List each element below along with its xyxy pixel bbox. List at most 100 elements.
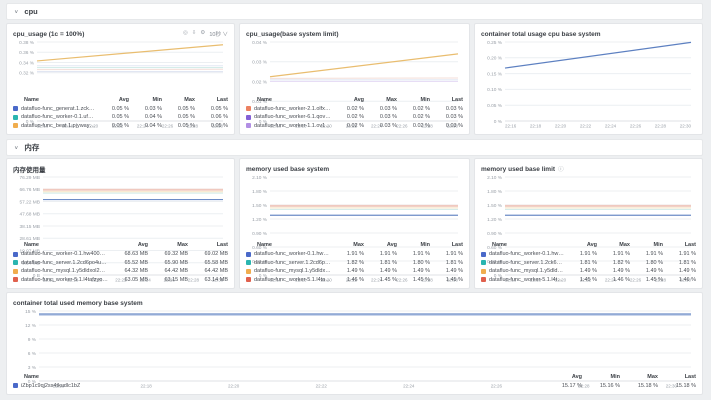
legend-column-header[interactable]: Last — [195, 96, 228, 105]
legend-column-header[interactable]: Avg — [564, 241, 597, 250]
legend-column-header[interactable]: Max — [597, 241, 630, 250]
y-tick-label: 15 % — [25, 309, 37, 315]
x-tick-label: 22:20 — [555, 124, 567, 129]
panel-title: container total usage cpu base system — [481, 31, 601, 38]
series-color-swatch[interactable] — [246, 123, 251, 128]
legend: NameAvgMaxMinLast datafluo-func_worker-0.… — [481, 241, 696, 284]
legend-column-header[interactable]: Name — [246, 96, 331, 105]
legend-value: 69.32 MB — [148, 250, 188, 259]
series-color-swatch[interactable] — [13, 115, 18, 120]
y-tick-label: 1.20 % — [487, 217, 503, 223]
settings-icon[interactable]: ⚙ — [200, 31, 205, 37]
legend-row[interactable]: datafluo-func_server.1.2ck6po4u.. — [481, 259, 564, 268]
legend-column-header[interactable]: Name — [13, 373, 544, 382]
legend-row[interactable]: datafluo-func_generat.1.zck3podur.. — [13, 105, 96, 114]
series-color-swatch[interactable] — [481, 277, 486, 282]
series-name: datafluo-func_mysql.1.y5dldxol2gngp.. — [21, 268, 108, 274]
y-tick-label: 1.80 % — [487, 189, 503, 195]
time-series-chart: 0.38 %0.36 %0.34 %0.32 %0 %22:1622:1822:… — [13, 39, 228, 96]
series-color-swatch[interactable] — [246, 252, 251, 257]
legend-column-header[interactable]: Max — [331, 241, 364, 250]
legend-row[interactable]: datafluo-func_beat.1.pjywayldh.. — [13, 122, 96, 131]
zoom-icon[interactable]: ◎ — [183, 31, 188, 37]
series-color-swatch[interactable] — [13, 277, 18, 282]
refresh-interval-dropdown[interactable]: 10秒 ∨ — [209, 30, 228, 38]
legend-value: 1.49 % — [430, 267, 463, 276]
legend-column-header[interactable]: Avg — [364, 241, 397, 250]
legend-column-header[interactable]: Min — [129, 96, 162, 105]
series-color-swatch[interactable] — [13, 106, 18, 111]
series-color-swatch[interactable] — [13, 383, 18, 388]
panel-cpu-usage: cpu_usage (1c = 100%) ◎ ⇩ ⚙ 10秒 ∨ 0.38 %… — [6, 23, 235, 135]
panel-header: 内存使用量 — [13, 164, 228, 174]
y-tick-label: 12 % — [25, 323, 37, 329]
legend-value: 1.91 % — [597, 250, 630, 259]
legend-column-header[interactable]: Name — [13, 96, 96, 105]
legend-column-header[interactable]: Last — [663, 241, 696, 250]
series-color-swatch[interactable] — [13, 269, 18, 274]
legend-value: 1.91 % — [663, 250, 696, 259]
legend-row[interactable]: datafluo-func_worker-0.1.hw400h.. — [246, 250, 331, 259]
legend-column-header[interactable]: Last — [430, 96, 463, 105]
legend-row[interactable]: datafluo-func_worker-1.1.ov1l2xzt.. — [246, 122, 331, 131]
legend-row[interactable]: datafluo-func_worker-0.1.hw400h9s0.. — [13, 250, 108, 259]
legend-row[interactable]: datafluo-func_server.1.2cd6po4u.. — [246, 259, 331, 268]
legend-column-header[interactable]: Avg — [544, 373, 582, 382]
legend-column-header[interactable]: Name — [481, 241, 564, 250]
legend-row[interactable]: datafluo-func_mysql.1.y5dldxol2g.. — [481, 267, 564, 276]
legend-column-header[interactable]: Min — [397, 96, 430, 105]
panel-title: memory used base limit — [481, 166, 555, 173]
legend-row[interactable]: datafluo-func_server.1.2cd6po4unkoku.. — [13, 259, 108, 268]
legend-row[interactable]: datafluo-func_worker-5.1.l4tafz.. — [246, 276, 331, 285]
legend-column-header[interactable]: Name — [13, 241, 108, 250]
time-series-chart: 0.25 %0.20 %0.15 %0.10 %0.05 %0 %22:1622… — [481, 39, 696, 130]
section-header-memory[interactable]: ∨ 内存 — [6, 139, 703, 156]
legend-column-header[interactable]: Min — [582, 373, 620, 382]
legend-value: 63.14 MB — [188, 276, 228, 285]
legend-row[interactable]: datafluo-func_worker-0.1.hw406h.. — [481, 250, 564, 259]
series-color-swatch[interactable] — [246, 269, 251, 274]
legend-value: 1.91 % — [397, 250, 430, 259]
section-header-cpu[interactable]: ∨ cpu — [6, 3, 703, 20]
legend-row[interactable]: iZbp1c9qj2ss4tkudlc1bZ — [13, 382, 544, 391]
legend-row[interactable]: datafluo-func_worker-5.1.l4tafz.. — [481, 276, 564, 285]
legend-column-header[interactable]: Avg — [96, 96, 129, 105]
legend-row[interactable]: datafluo-func_worker-6.1.qovl7cr.. — [246, 113, 331, 122]
legend-row[interactable]: datafluo-func_worker-5.1.l4tafzyon.. — [13, 276, 108, 285]
legend-row[interactable]: datafluo-func_worker-0.1.ufww485t.. — [13, 113, 96, 122]
legend-column-header[interactable]: Avg — [108, 241, 148, 250]
series-color-swatch[interactable] — [481, 260, 486, 265]
legend-column-header[interactable]: Min — [397, 241, 430, 250]
y-tick-label: 47.68 MB — [19, 212, 40, 218]
info-icon[interactable]: ⓘ — [558, 165, 564, 173]
legend-column-header[interactable]: Min — [630, 241, 663, 250]
series-color-swatch[interactable] — [246, 277, 251, 282]
legend-column-header[interactable]: Last — [430, 241, 463, 250]
series-color-swatch[interactable] — [481, 269, 486, 274]
legend-column-header[interactable]: Max — [364, 96, 397, 105]
series-color-swatch[interactable] — [13, 260, 18, 265]
series-color-swatch[interactable] — [13, 252, 18, 257]
series-color-swatch[interactable] — [481, 252, 486, 257]
y-tick-label: 0.36 % — [19, 50, 35, 56]
legend-column-header[interactable]: Max — [162, 96, 195, 105]
series-color-swatch[interactable] — [246, 106, 251, 111]
legend-row[interactable]: datafluo-func_mysql.1.y5dldxol2gngp.. — [13, 267, 108, 276]
legend-column-header[interactable]: Last — [188, 241, 228, 250]
legend-column-header[interactable]: Max — [620, 373, 658, 382]
legend-value: 1.45 % — [564, 276, 597, 285]
legend-column-header[interactable]: Max — [148, 241, 188, 250]
series-color-swatch[interactable] — [246, 115, 251, 120]
series-name: datafluo-func_mysql.1.y5dldxol2g.. — [254, 268, 331, 274]
download-icon[interactable]: ⇩ — [192, 31, 197, 37]
series-color-swatch[interactable] — [246, 260, 251, 265]
panel-memory-usage: 内存使用量 76.29 MB66.76 MB57.22 MB47.68 MB38… — [6, 158, 235, 289]
legend-column-header[interactable]: Name — [246, 241, 331, 250]
legend-row[interactable]: datafluo-func_worker-2.1.olfxrlmy.. — [246, 105, 331, 114]
legend-column-header[interactable]: Last — [658, 373, 696, 382]
legend-row[interactable]: datafluo-func_mysql.1.y5dldxol2g.. — [246, 267, 331, 276]
legend-column-header[interactable]: Avg — [331, 96, 364, 105]
section-title: 内存 — [24, 142, 39, 153]
series-line — [270, 54, 458, 77]
series-color-swatch[interactable] — [13, 123, 18, 128]
